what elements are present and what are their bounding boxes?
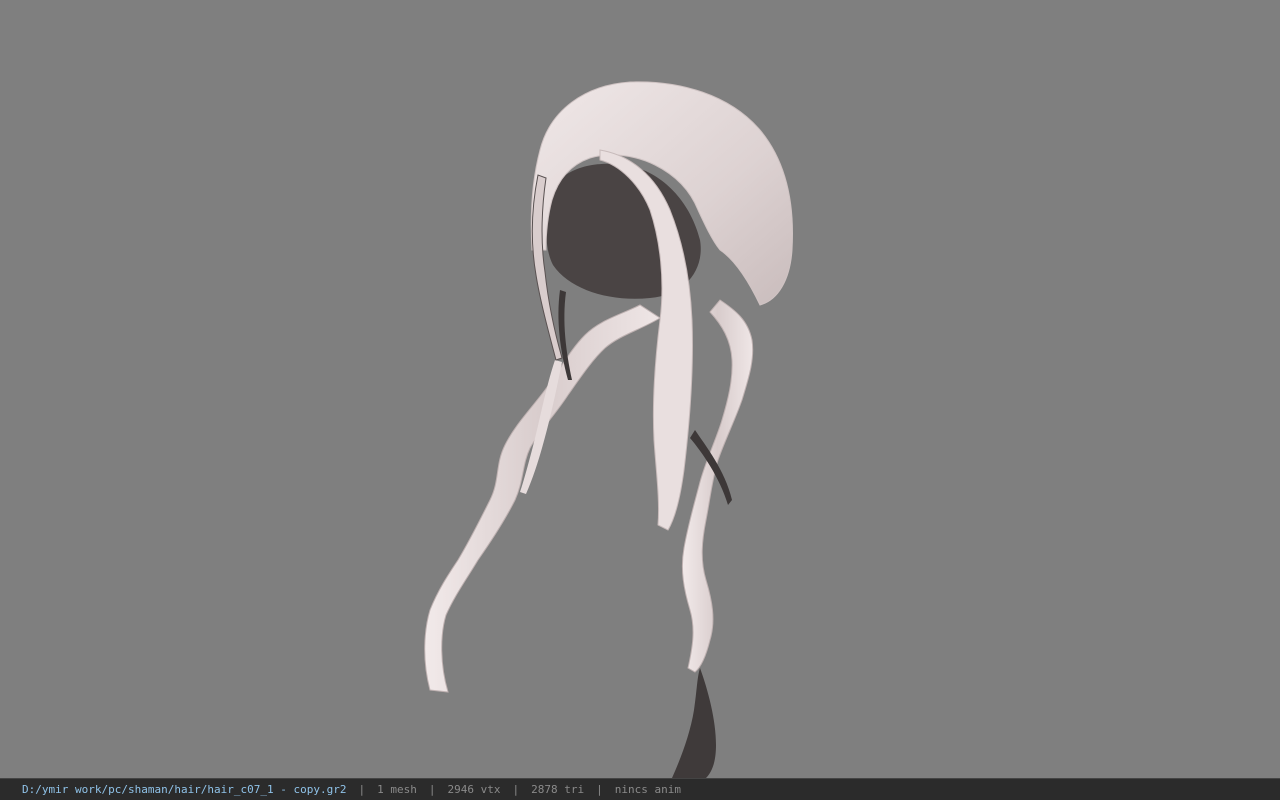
right-braid-tip-shadow (672, 668, 716, 778)
animation-status-label: nincs anim (614, 783, 681, 796)
left-braid (424, 304, 661, 693)
file-path-label: D:/ymir work/pc/shaman/hair/hair_c07_1 -… (22, 783, 347, 796)
right-braid (681, 299, 754, 673)
status-separator: | (358, 783, 366, 796)
status-separator: | (428, 783, 436, 796)
triangle-count-label: 2878 tri (531, 783, 585, 796)
status-bar: D:/ymir work/pc/shaman/hair/hair_c07_1 -… (0, 778, 1280, 800)
vertex-count-label: 2946 vtx (447, 783, 501, 796)
mesh-count-label: 1 mesh (377, 783, 417, 796)
status-separator: | (512, 783, 520, 796)
hair-model-render[interactable] (0, 0, 1280, 778)
status-separator: | (596, 783, 603, 796)
3d-viewport[interactable] (0, 0, 1280, 778)
